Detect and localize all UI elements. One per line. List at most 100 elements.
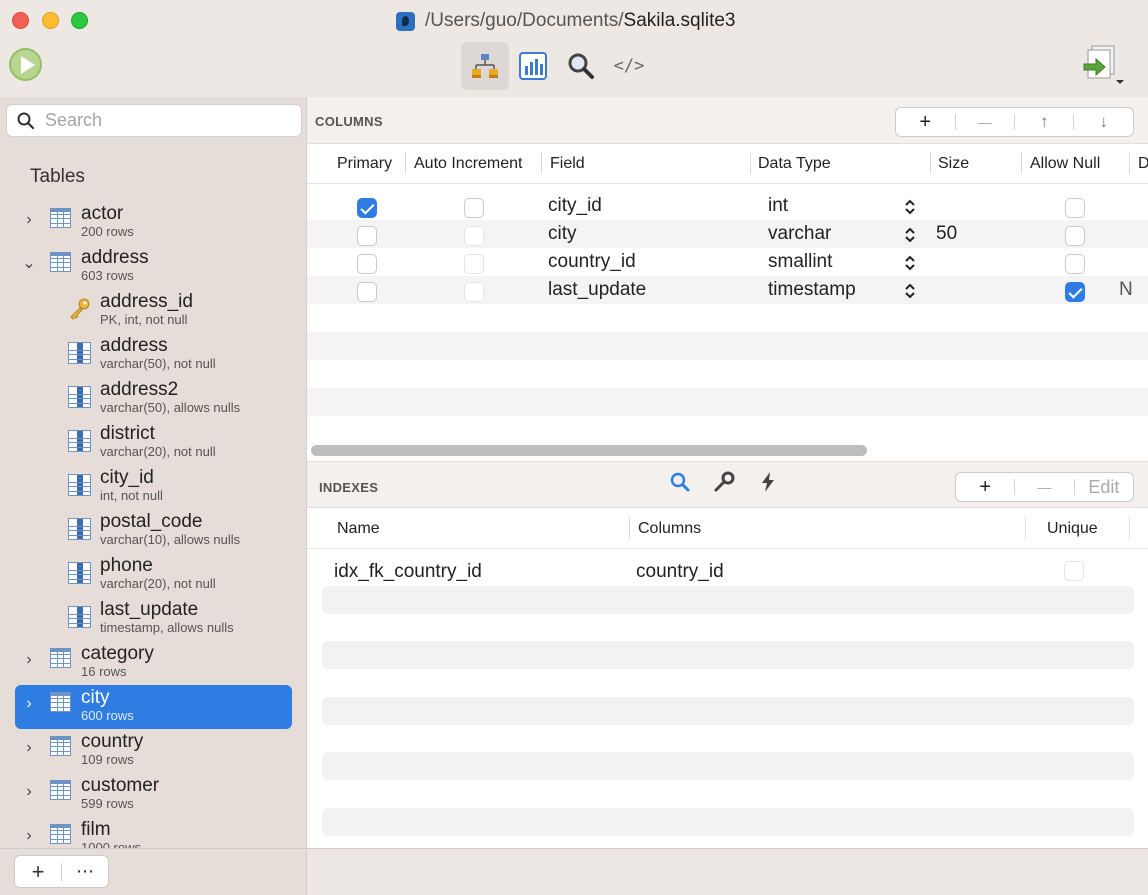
tab-query[interactable]: [557, 42, 605, 90]
table-row[interactable]: idx_fk_country_id country_id: [307, 558, 1148, 586]
data-type[interactable]: varchar: [768, 223, 831, 245]
chevron-right-icon[interactable]: ›: [21, 783, 37, 801]
header-allow-null[interactable]: Allow Null: [1030, 155, 1100, 173]
edit-index-button[interactable]: Edit: [1075, 477, 1133, 498]
more-options-button[interactable]: ⋯: [62, 861, 108, 882]
table-row[interactable]: country_id smallint: [307, 248, 1148, 276]
index-name[interactable]: idx_fk_country_id: [334, 561, 482, 583]
minimize-button[interactable]: [42, 12, 59, 29]
tree-column-address[interactable]: address varchar(50), not null: [0, 333, 306, 377]
close-button[interactable]: [12, 12, 29, 29]
tab-structure[interactable]: [461, 42, 509, 90]
move-down-button[interactable]: ↓: [1074, 112, 1133, 132]
allow-null-checkbox[interactable]: [1065, 198, 1085, 218]
stepper-icon[interactable]: [903, 198, 917, 216]
header-default[interactable]: D: [1138, 155, 1148, 173]
stepper-icon[interactable]: [903, 254, 917, 272]
chevron-right-icon[interactable]: ›: [21, 827, 37, 845]
field-name[interactable]: country_id: [548, 251, 636, 273]
chevron-right-icon[interactable]: ›: [21, 739, 37, 757]
column-type: PK, int, not null: [100, 312, 188, 327]
stepper-icon[interactable]: [903, 282, 917, 300]
field-name[interactable]: city_id: [548, 195, 602, 217]
code-icon: </>: [613, 56, 645, 76]
column-separator: [750, 152, 751, 174]
unique-checkbox[interactable]: [1064, 561, 1084, 581]
table-row[interactable]: city varchar 50: [307, 220, 1148, 248]
chevron-down-icon[interactable]: ⌄: [21, 253, 37, 273]
auto-increment-checkbox[interactable]: [464, 226, 484, 246]
auto-increment-checkbox[interactable]: [464, 198, 484, 218]
lightning-icon[interactable]: [757, 471, 779, 493]
tree-column-district[interactable]: district varchar(20), not null: [0, 421, 306, 465]
column-icon: [68, 386, 91, 408]
key-icon[interactable]: [713, 471, 735, 493]
search-input[interactable]: [45, 110, 285, 131]
table-name: film: [81, 819, 111, 840]
stepper-icon[interactable]: [903, 226, 917, 244]
field-name[interactable]: city: [548, 223, 577, 245]
remove-column-button[interactable]: —: [955, 114, 1014, 130]
header-unique[interactable]: Unique: [1047, 520, 1098, 538]
size-value[interactable]: 50: [936, 223, 957, 245]
header-data-type[interactable]: Data Type: [758, 155, 831, 173]
table-name: address: [81, 247, 149, 268]
tree-column-postal-code[interactable]: postal_code varchar(10), allows nulls: [0, 509, 306, 553]
header-size[interactable]: Size: [938, 155, 969, 173]
tree-column-address-id[interactable]: address_id PK, int, not null: [0, 289, 306, 333]
export-button[interactable]: [1080, 44, 1130, 86]
chevron-right-icon[interactable]: ›: [21, 651, 37, 669]
search-icon[interactable]: [669, 471, 691, 493]
header-auto-increment[interactable]: Auto Increment: [414, 155, 523, 173]
allow-null-checkbox[interactable]: [1065, 254, 1085, 274]
auto-increment-checkbox[interactable]: [464, 254, 484, 274]
tab-chart[interactable]: [509, 42, 557, 90]
header-name[interactable]: Name: [337, 520, 380, 538]
primary-checkbox[interactable]: [357, 198, 377, 218]
data-type[interactable]: smallint: [768, 251, 832, 273]
add-column-button[interactable]: +: [896, 111, 955, 134]
tree-item-country[interactable]: › country 109 rows: [0, 729, 306, 773]
tree-item-film[interactable]: › film 1000 rows: [0, 817, 306, 848]
tree-item-category[interactable]: › category 16 rows: [0, 641, 306, 685]
column-name: district: [100, 423, 155, 444]
primary-checkbox[interactable]: [357, 254, 377, 274]
search-box[interactable]: [6, 104, 302, 137]
tree-column-phone[interactable]: phone varchar(20), not null: [0, 553, 306, 597]
header-columns[interactable]: Columns: [638, 520, 701, 538]
zoom-button[interactable]: [71, 12, 88, 29]
primary-checkbox[interactable]: [357, 282, 377, 302]
index-columns[interactable]: country_id: [636, 561, 724, 583]
chevron-right-icon[interactable]: ›: [21, 211, 37, 229]
column-type: varchar(20), not null: [100, 576, 216, 591]
chevron-right-icon[interactable]: ›: [21, 695, 37, 713]
table-row[interactable]: last_update timestamp N: [307, 276, 1148, 304]
run-button[interactable]: [9, 48, 42, 81]
allow-null-checkbox[interactable]: [1065, 226, 1085, 246]
tree-column-last-update[interactable]: last_update timestamp, allows nulls: [0, 597, 306, 641]
header-field[interactable]: Field: [550, 155, 585, 173]
horizontal-scrollbar[interactable]: [311, 445, 867, 456]
tab-sql[interactable]: </>: [605, 42, 653, 90]
default-value[interactable]: N: [1119, 279, 1133, 301]
data-type[interactable]: timestamp: [768, 279, 856, 301]
move-up-button[interactable]: ↑: [1015, 112, 1074, 132]
primary-checkbox[interactable]: [357, 226, 377, 246]
allow-null-checkbox[interactable]: [1065, 282, 1085, 302]
tree-item-address[interactable]: ⌄ address 603 rows: [0, 245, 306, 289]
tree-column-address2[interactable]: address2 varchar(50), allows nulls: [0, 377, 306, 421]
auto-increment-checkbox[interactable]: [464, 282, 484, 302]
table-row[interactable]: city_id int: [307, 192, 1148, 220]
tree-item-actor[interactable]: › actor 200 rows: [0, 201, 306, 245]
data-type[interactable]: int: [768, 195, 788, 217]
column-icon: [68, 342, 91, 364]
field-name[interactable]: last_update: [548, 279, 646, 301]
add-index-button[interactable]: +: [956, 476, 1014, 499]
tree-item-city[interactable]: › city 600 rows: [15, 685, 292, 729]
header-primary[interactable]: Primary: [337, 155, 392, 173]
remove-index-button[interactable]: —: [1015, 479, 1073, 495]
add-table-button[interactable]: +: [15, 859, 61, 885]
tree-column-city-id[interactable]: city_id int, not null: [0, 465, 306, 509]
main-footer: [307, 848, 1148, 895]
tree-item-customer[interactable]: › customer 599 rows: [0, 773, 306, 817]
